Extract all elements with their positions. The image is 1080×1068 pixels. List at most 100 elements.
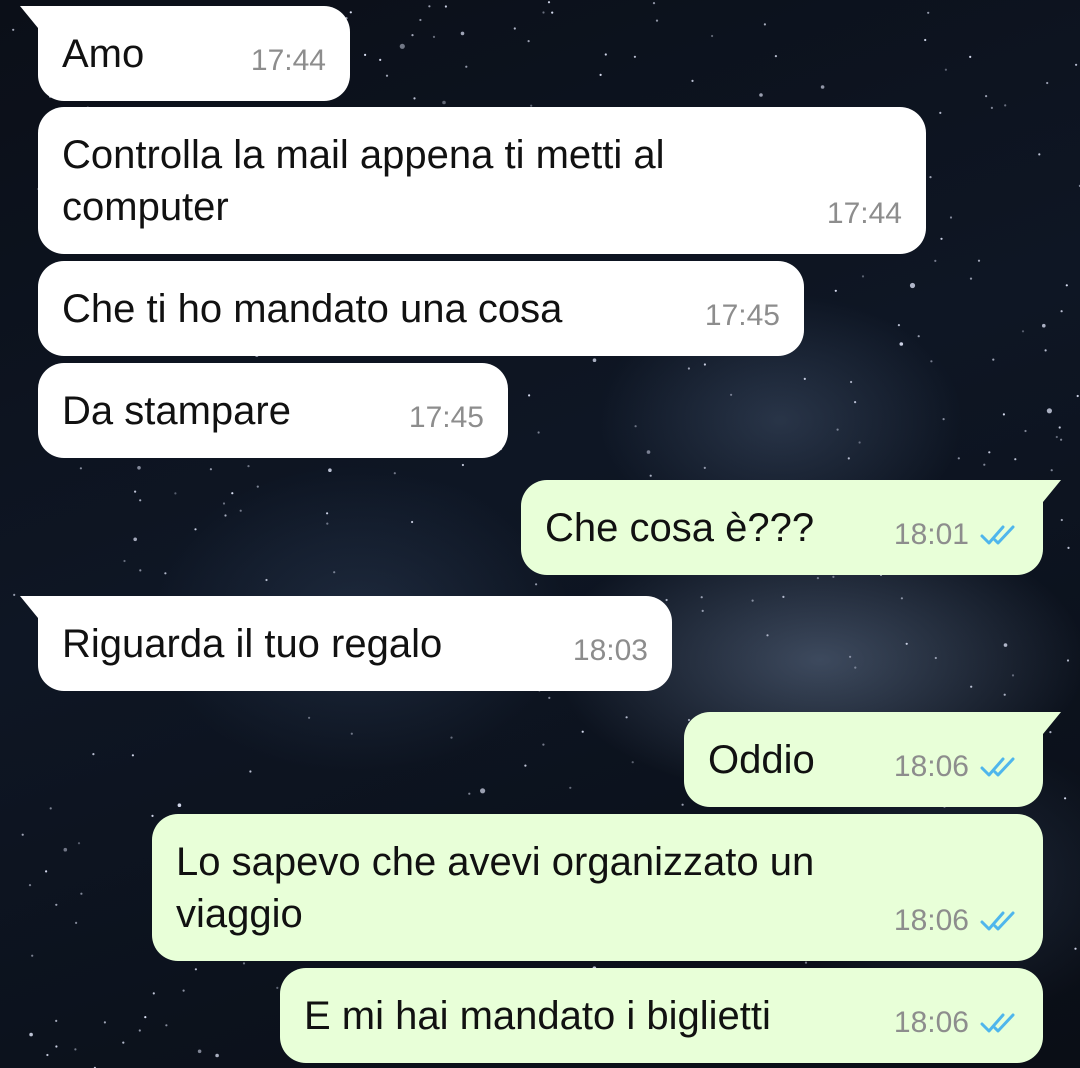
- star: [460, 31, 465, 36]
- star: [969, 277, 973, 280]
- message-time: 17:44: [250, 44, 326, 77]
- star: [328, 468, 332, 473]
- star: [55, 1045, 58, 1048]
- star: [820, 85, 825, 89]
- message-time: 18:03: [572, 634, 648, 667]
- incoming-message[interactable]: Amo 17:44: [20, 6, 350, 101]
- star: [1003, 693, 1006, 696]
- star: [231, 492, 234, 495]
- star: [308, 716, 311, 719]
- message-meta: 17:44: [251, 35, 326, 87]
- star: [687, 367, 691, 370]
- star: [850, 380, 853, 384]
- outgoing-message[interactable]: Oddio 18:06: [684, 712, 1061, 807]
- star: [247, 465, 250, 468]
- message-text: Controlla la mail appena ti metti al com…: [62, 133, 665, 229]
- star: [977, 259, 981, 262]
- star: [1060, 438, 1063, 441]
- star: [1066, 659, 1070, 662]
- star: [138, 1029, 141, 1032]
- outgoing-message[interactable]: Lo sapevo che avevi organizzato un viagg…: [152, 814, 1043, 961]
- star: [634, 425, 637, 428]
- star: [905, 642, 908, 645]
- incoming-message[interactable]: Da stampare 17:45: [38, 363, 508, 458]
- star: [652, 1, 656, 5]
- message-time: 18:06: [893, 904, 969, 937]
- star: [703, 363, 707, 366]
- star: [77, 842, 81, 845]
- message-text: Lo sapevo che avevi organizzato un viagg…: [176, 840, 815, 936]
- star: [194, 528, 197, 531]
- star: [1060, 310, 1063, 313]
- message-time: 18:01: [893, 518, 969, 551]
- star: [930, 360, 933, 363]
- star: [1021, 330, 1025, 333]
- star: [13, 593, 16, 597]
- star: [759, 93, 763, 97]
- star: [703, 466, 706, 469]
- star: [256, 485, 259, 488]
- star: [79, 467, 82, 470]
- star: [1011, 674, 1015, 677]
- star: [854, 401, 857, 404]
- star: [31, 954, 34, 957]
- star: [581, 730, 584, 733]
- star: [28, 884, 32, 887]
- star: [983, 463, 986, 466]
- star: [592, 358, 597, 363]
- incoming-message[interactable]: Riguarda il tuo regalo 18:03: [20, 596, 672, 691]
- message-text: Riguarda il tuo regalo: [62, 622, 443, 666]
- star: [1038, 153, 1041, 156]
- star: [29, 1032, 33, 1037]
- star: [480, 788, 486, 794]
- message-time: 17:45: [408, 401, 484, 434]
- star: [730, 393, 733, 396]
- star: [834, 289, 837, 292]
- star: [599, 73, 602, 76]
- star: [182, 989, 185, 992]
- star: [900, 597, 904, 600]
- double-check-icon: [980, 911, 1015, 931]
- star: [665, 598, 668, 602]
- incoming-message[interactable]: Che ti ho mandato una cosa 17:45: [38, 261, 804, 356]
- star: [249, 770, 252, 773]
- star: [701, 609, 704, 613]
- star: [1024, 429, 1027, 433]
- star: [139, 499, 142, 502]
- star: [711, 34, 714, 38]
- star: [700, 596, 703, 599]
- star: [934, 656, 937, 660]
- star: [970, 685, 973, 688]
- star: [655, 19, 659, 22]
- star: [774, 55, 778, 58]
- star: [625, 716, 628, 719]
- star: [364, 53, 367, 57]
- incoming-message[interactable]: Controlla la mail appena ti metti al com…: [38, 107, 926, 254]
- star: [569, 786, 572, 789]
- star: [957, 457, 960, 460]
- outgoing-message[interactable]: E mi hai mandato i biglietti 18:06: [280, 968, 1043, 1063]
- star: [428, 5, 431, 8]
- star: [131, 754, 134, 757]
- star: [939, 111, 942, 114]
- star: [803, 377, 806, 380]
- star: [528, 394, 531, 397]
- star: [152, 992, 155, 995]
- star: [861, 275, 865, 278]
- message-meta: 17:45: [705, 290, 780, 342]
- star: [442, 100, 446, 105]
- message-time: 17:44: [826, 197, 902, 230]
- star: [897, 324, 901, 327]
- outgoing-message[interactable]: Che cosa è??? 18:01: [521, 480, 1061, 575]
- star: [899, 342, 904, 346]
- star: [123, 559, 126, 563]
- star: [1004, 104, 1007, 107]
- message-meta: 18:06: [894, 895, 1019, 947]
- star: [513, 27, 516, 30]
- star: [929, 176, 932, 179]
- star: [763, 23, 767, 26]
- message-time: 18:06: [893, 750, 969, 783]
- star: [909, 282, 916, 289]
- message-text: Che ti ho mandato una cosa: [62, 287, 563, 331]
- message-meta: 18:03: [573, 625, 648, 677]
